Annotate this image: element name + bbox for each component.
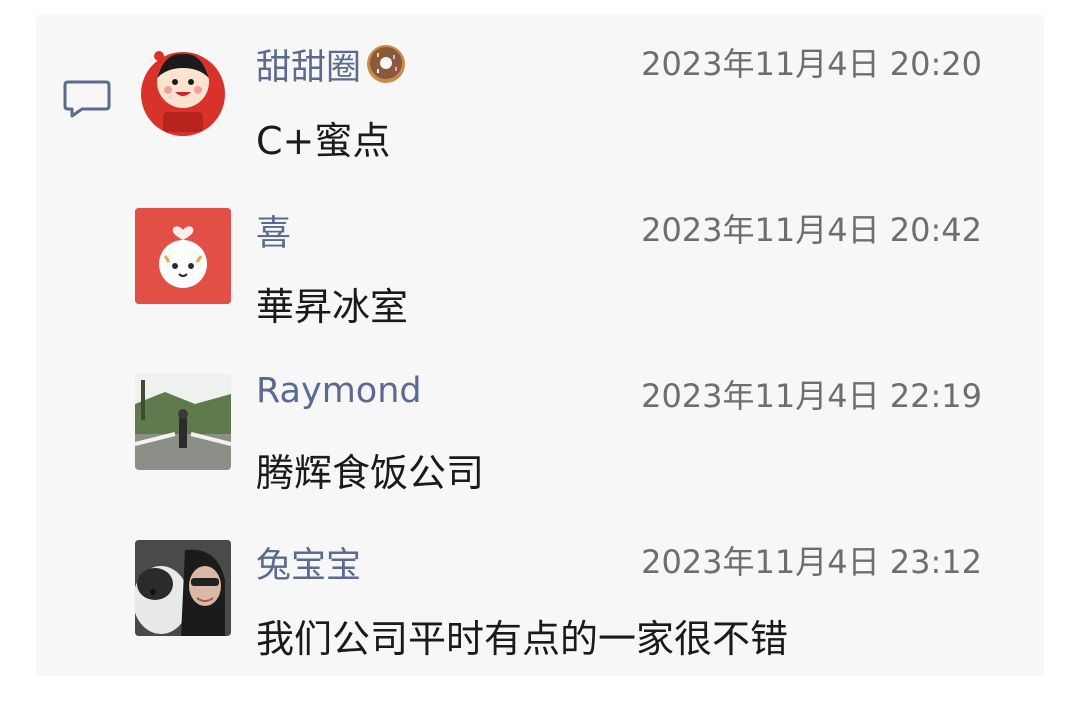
avatar[interactable] (135, 374, 231, 470)
user-name-text: 甜甜圈 (256, 48, 362, 88)
user-name[interactable]: 喜 (256, 205, 291, 256)
avatar[interactable] (135, 42, 231, 138)
timestamp: 2023年11月4日 20:42 (641, 211, 982, 249)
avatar[interactable] (135, 208, 231, 304)
user-name[interactable]: Raymond (256, 371, 422, 411)
user-name[interactable]: 兔宝宝 (256, 537, 361, 588)
timestamp: 2023年11月4日 23:12 (641, 543, 982, 581)
comment-row[interactable]: 兔宝宝 2023年11月4日 23:12 我们公司平时有点的一家很不错 (0, 512, 1080, 672)
comment-text: 華昇冰室 (256, 285, 409, 329)
comment-text: 腾辉食饭公司 (256, 451, 485, 495)
comment-row[interactable]: 甜甜圈 2023年11月4日 20:20 C+蜜点 (0, 14, 1080, 174)
comment-text: C+蜜点 (256, 119, 391, 163)
timestamp: 2023年11月4日 22:19 (641, 377, 982, 415)
donut-emoji-icon (367, 45, 406, 83)
comment-text: 我们公司平时有点的一家很不错 (256, 617, 789, 661)
timestamp: 2023年11月4日 20:20 (641, 45, 982, 83)
user-name[interactable]: 甜甜圈 (256, 39, 407, 90)
avatar[interactable] (135, 540, 231, 636)
comment-row[interactable]: Raymond 2023年11月4日 22:19 腾辉食饭公司 (0, 346, 1080, 506)
comment-row[interactable]: 喜 2023年11月4日 20:42 華昇冰室 (0, 180, 1080, 340)
